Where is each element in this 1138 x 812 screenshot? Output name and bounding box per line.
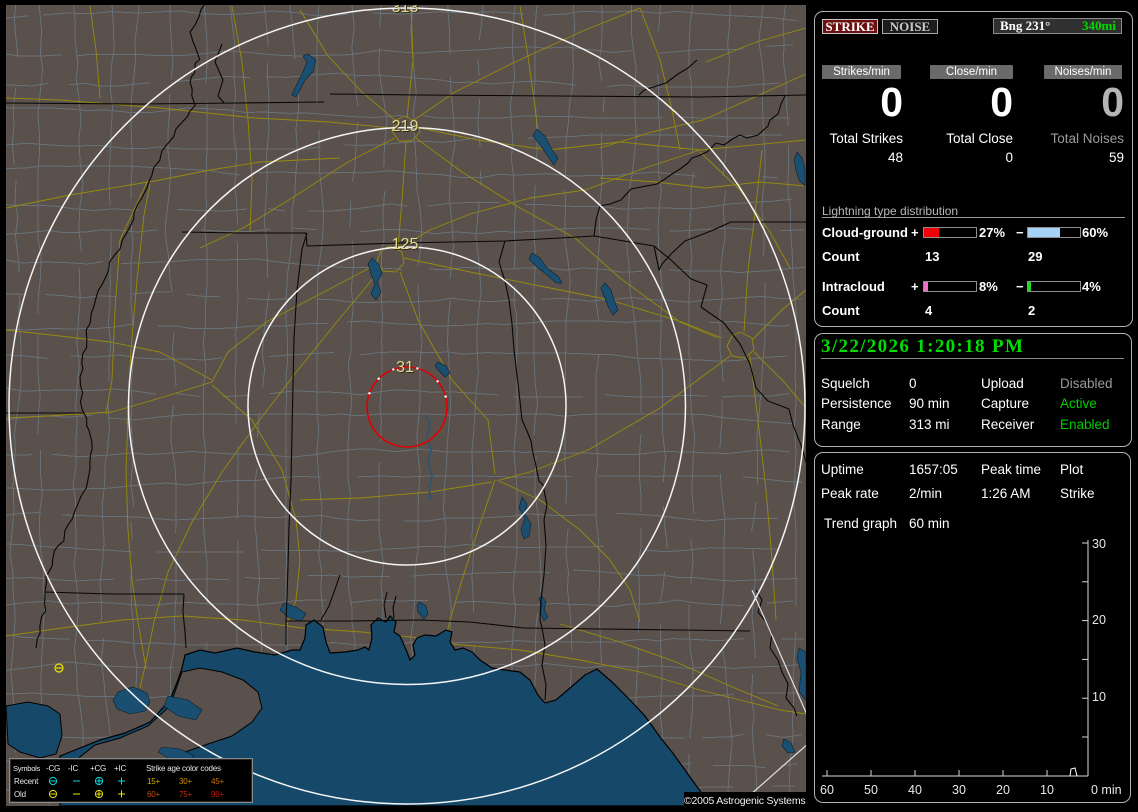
svg-text:313: 313 <box>392 0 419 16</box>
svg-text:40: 40 <box>908 783 922 797</box>
svg-text:219: 219 <box>392 118 419 135</box>
svg-text:125: 125 <box>392 236 419 253</box>
svg-text:50: 50 <box>864 783 878 797</box>
svg-text:30: 30 <box>952 783 966 797</box>
svg-text:10: 10 <box>1092 690 1106 704</box>
svg-text:60: 60 <box>820 783 834 797</box>
svg-text:30: 30 <box>1092 537 1106 551</box>
svg-text:0 min: 0 min <box>1091 783 1122 797</box>
svg-text:31: 31 <box>396 359 414 376</box>
svg-text:10: 10 <box>1040 783 1054 797</box>
svg-text:20: 20 <box>996 783 1010 797</box>
svg-text:20: 20 <box>1092 613 1106 627</box>
